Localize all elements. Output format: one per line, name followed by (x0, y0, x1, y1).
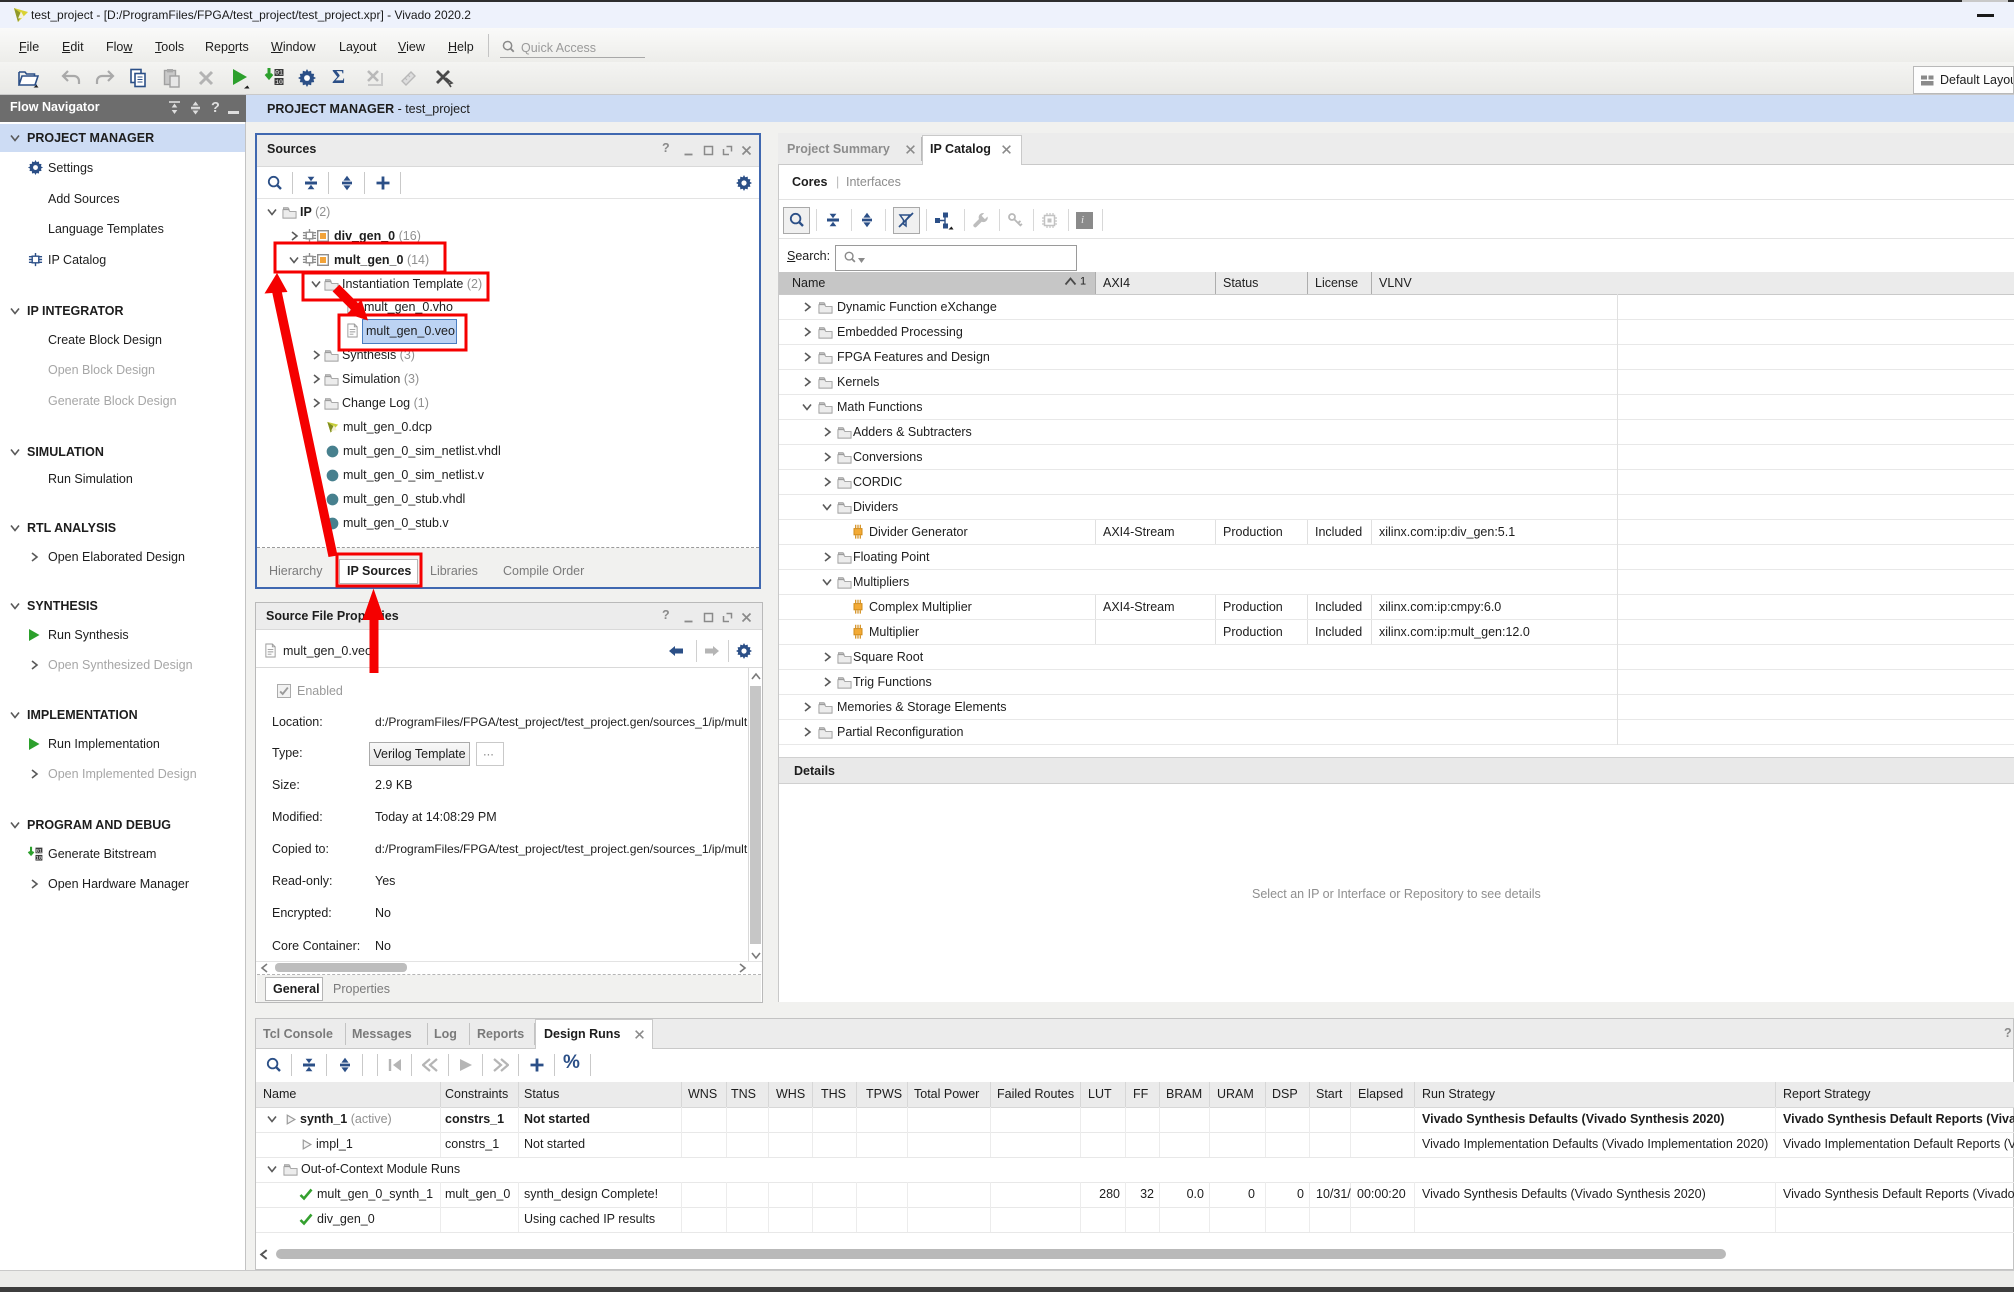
svg-text:01: 01 (36, 848, 42, 854)
svg-text:10: 10 (36, 856, 42, 862)
svg-text:01: 01 (275, 70, 283, 77)
svg-text:10: 10 (275, 79, 283, 86)
